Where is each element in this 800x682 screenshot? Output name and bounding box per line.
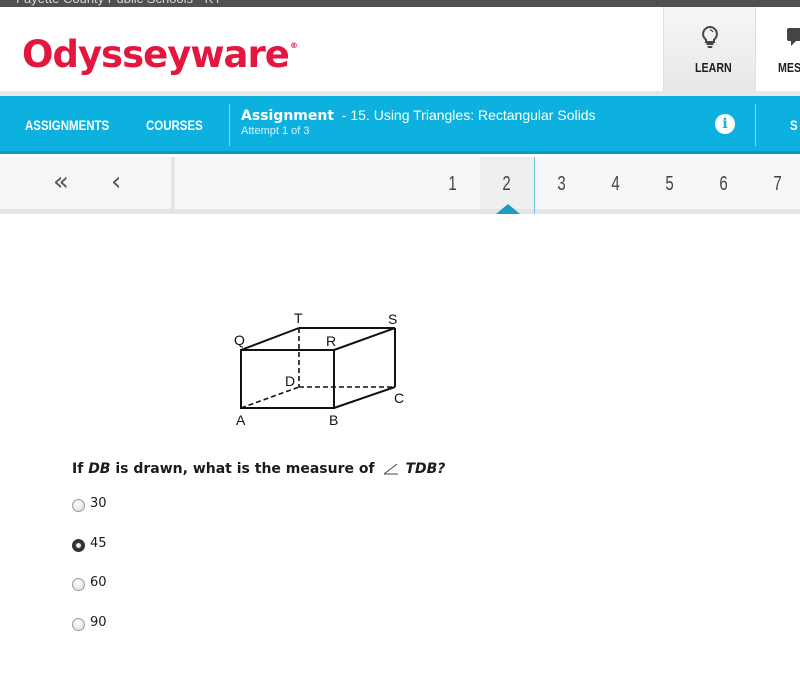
radio-button[interactable] (72, 499, 85, 512)
message-bubble-icon (787, 28, 800, 46)
current-page-indicator (496, 204, 520, 214)
tab-learn[interactable]: LEARN (663, 7, 756, 95)
label-Q: Q (234, 332, 245, 348)
page-number: 5 (665, 173, 675, 195)
pager-controls: « ‹ (0, 157, 171, 209)
edge-BC (333, 386, 396, 409)
radio-button[interactable] (72, 578, 85, 591)
angle-symbol-icon (384, 463, 399, 475)
pager-separator (171, 157, 175, 214)
question-prefix: If (72, 461, 89, 477)
page-1[interactable]: 1 (426, 157, 480, 209)
label-A: A (236, 412, 246, 428)
answer-choice-60[interactable]: 60 (72, 575, 107, 591)
nav-courses[interactable]: COURSES (146, 117, 203, 133)
angle-name: TDB? (405, 461, 446, 477)
label-R: R (326, 333, 336, 349)
first-page-button[interactable]: « (53, 169, 69, 195)
label-C: C (394, 390, 404, 406)
page-number: 2 (502, 173, 512, 195)
page-3[interactable]: 3 (535, 157, 589, 209)
page-number: 4 (611, 173, 621, 195)
tab-learn-label: LEARN (695, 60, 732, 75)
page-5[interactable]: 5 (643, 157, 697, 209)
page-number: 6 (719, 173, 729, 195)
nav-assignments[interactable]: ASSIGNMENTS (25, 117, 109, 133)
page-number: 7 (773, 173, 783, 195)
nav-link-cut-off[interactable]: S (790, 117, 798, 133)
answer-choice-30[interactable]: 30 (72, 496, 107, 512)
assignment-label: Assignment (241, 108, 335, 124)
question-pager: « ‹ 1 2 3 4 5 6 7 (0, 157, 800, 214)
label-T: T (294, 310, 303, 326)
window-title-bar: Fayette County Public Schools - KY (0, 0, 800, 7)
page-6[interactable]: 6 (697, 157, 751, 209)
prev-page-button[interactable]: ‹ (111, 169, 121, 195)
answer-choice-90[interactable]: 90 (72, 615, 107, 631)
choice-label: 60 (90, 575, 107, 590)
lightbulb-icon (702, 25, 718, 48)
edge-RS (333, 327, 396, 351)
logo-text: Odysseyware (22, 33, 290, 76)
radio-button[interactable] (72, 618, 85, 631)
assignment-navbar: ASSIGNMENTS COURSES Assignment - 15. Usi… (0, 96, 800, 154)
assignment-name: - 15. Using Triangles: Rectangular Solid… (341, 107, 596, 123)
question-text: If DB is drawn, what is the measure of T… (72, 461, 445, 477)
page-number: 3 (557, 173, 567, 195)
edge-QT (240, 327, 300, 351)
rectangular-solid-figure: T S Q R D C A B (234, 310, 404, 428)
choice-label: 45 (90, 536, 107, 551)
nav-divider-right (755, 104, 756, 146)
tab-messages-label: MES (778, 60, 800, 75)
page-4[interactable]: 4 (589, 157, 643, 209)
answer-choice-45[interactable]: 45 (72, 536, 107, 552)
label-S: S (388, 311, 397, 327)
page-7[interactable]: 7 (751, 157, 800, 209)
label-B: B (329, 412, 338, 428)
assignment-title: Assignment - 15. Using Triangles: Rectan… (241, 107, 596, 124)
nav-divider (229, 104, 230, 146)
tab-messages[interactable]: MES (757, 7, 800, 95)
segment-name: DB (88, 461, 111, 477)
question-middle: is drawn, what is the measure of (110, 461, 380, 477)
odysseyware-logo[interactable]: Odysseyware® (22, 33, 298, 76)
label-D: D (285, 373, 295, 389)
org-name: Fayette County Public Schools - KY (16, 0, 222, 6)
choice-label: 90 (90, 615, 107, 630)
registered-mark: ® (289, 41, 298, 50)
page-2-current[interactable]: 2 (480, 157, 534, 209)
radio-button-selected[interactable] (72, 539, 85, 552)
choice-label: 30 (90, 496, 107, 511)
info-icon[interactable]: i (715, 114, 735, 134)
page-number: 1 (448, 173, 458, 195)
app-header: Odysseyware® LEARN MES (0, 7, 800, 95)
attempt-counter: Attempt 1 of 3 (241, 125, 310, 137)
hidden-edge-AD (240, 386, 300, 409)
